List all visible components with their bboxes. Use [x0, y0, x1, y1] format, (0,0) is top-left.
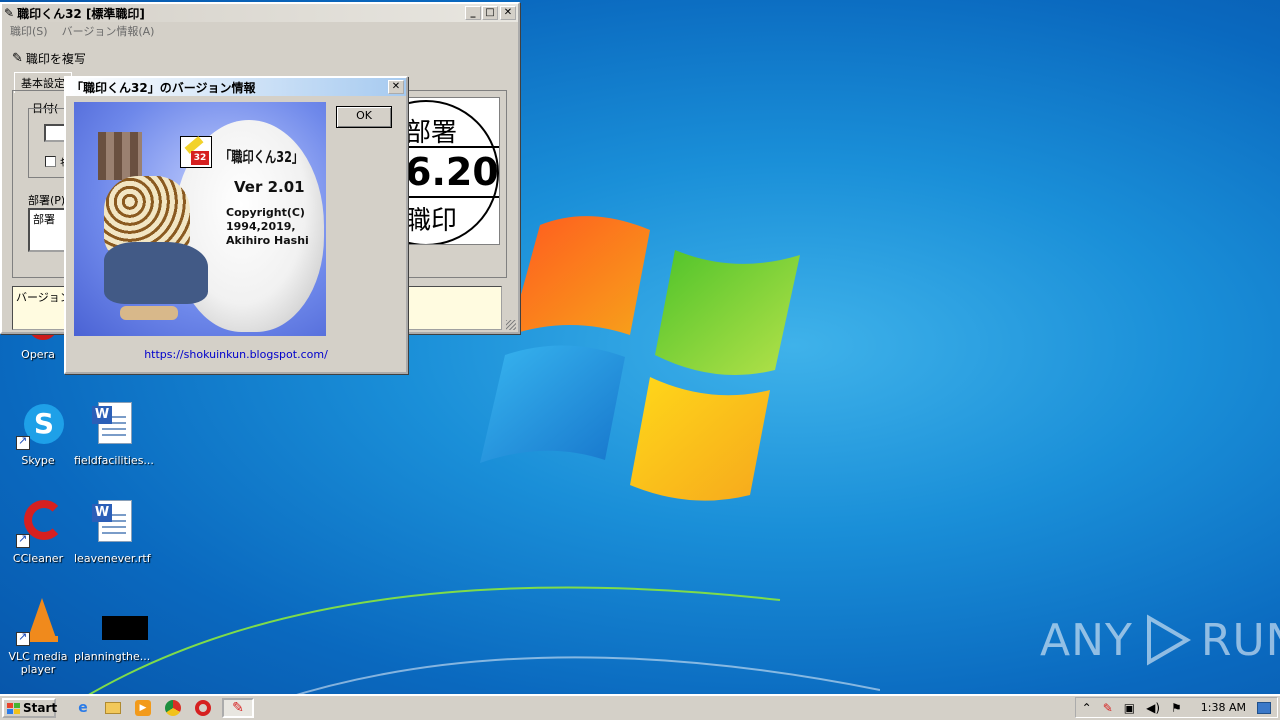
icon-badge: 32 [191, 151, 209, 165]
taskbar-ie-icon[interactable]: e [72, 698, 94, 718]
taskbar-chrome-icon[interactable] [162, 698, 184, 718]
action-center-flag-icon[interactable]: ⚑ [1171, 701, 1182, 715]
about-dialog[interactable]: 「職印くん32」のバージョン情報 ✕ 32 「職印くん32」 Ver 2.01 … [64, 76, 408, 374]
ok-button[interactable]: OK [336, 106, 392, 128]
start-label: Start [23, 701, 58, 715]
copyright-line-2: 1994,2019, [226, 220, 296, 233]
show-desktop-icon[interactable] [1257, 701, 1271, 714]
taskbar: Start e ▶ ✎ ⌃ ✎ ▣ ◀) ⚑ 1:38 AM [0, 694, 1280, 720]
stamp-bottom-text: 職印 [405, 206, 458, 236]
skype-icon: S [14, 402, 64, 450]
desktop-icon-label: planningthe... [74, 650, 151, 663]
desktop-icon-label: Skype [21, 454, 55, 467]
copy-stamp-button[interactable]: ✎ 職印を複写 [12, 50, 86, 67]
date-checkbox[interactable] [45, 156, 56, 167]
system-tray: ⌃ ✎ ▣ ◀) ⚑ 1:38 AM [1074, 697, 1278, 718]
main-window-title: 職印くん32 [標準職印] [17, 6, 145, 21]
word-document-icon: W [88, 500, 136, 548]
desktop-icon-fieldfacilities[interactable]: W fieldfacilities... [74, 402, 154, 467]
word-document-icon: W [88, 402, 136, 450]
dept-value: 部署 [33, 213, 55, 226]
menu-stamp[interactable]: 職印(S) [10, 23, 48, 39]
resize-grip[interactable] [506, 320, 516, 330]
person-feet [120, 306, 178, 320]
black-file-icon [88, 598, 148, 646]
status-text: バージョン [16, 291, 71, 304]
menu-bar: 職印(S) バージョン情報(A) [2, 22, 518, 40]
desktop-icon-planning[interactable]: planningthe... [74, 598, 150, 663]
minimize-button[interactable]: _ [465, 6, 481, 20]
desktop-icon-label: CCleaner [12, 552, 64, 565]
taskbar-shokuinkun-icon[interactable]: ✎ [222, 698, 254, 718]
person-jeans [104, 242, 208, 304]
stamp-preview: 部署 6.20 職印 [402, 97, 500, 245]
tray-app-icon[interactable]: ✎ [1103, 701, 1113, 715]
stamp-date-text: 6.20 [405, 150, 499, 194]
about-version: Ver 2.01 [234, 178, 305, 196]
start-button[interactable]: Start [2, 698, 58, 718]
windows-logo-wallpaper [480, 216, 800, 501]
desktop-icon-label: VLC media player [8, 650, 68, 676]
desktop-icon-vlc[interactable]: VLC media player [0, 598, 76, 676]
about-dialog-titlebar[interactable]: 「職印くん32」のバージョン情報 ✕ [66, 78, 406, 96]
anyrun-watermark: ANY RUN [1040, 612, 1280, 668]
about-url-link[interactable]: https://shokuinkun.blogspot.com/ [66, 348, 406, 361]
stamp-dept-text: 部署 [405, 118, 458, 148]
menu-version-info[interactable]: バージョン情報(A) [62, 23, 155, 39]
tab-basic-label: 基本設定 [21, 77, 65, 90]
stamp-divider-bottom [403, 196, 499, 198]
app-logo-icon: 32 [180, 136, 212, 168]
dept-label: 部署(P) [28, 194, 66, 207]
close-button[interactable]: ✕ [500, 6, 516, 20]
stamp-copy-icon: ✎ [12, 51, 23, 66]
windows-flag-icon [7, 702, 20, 714]
about-splash-image: 32 「職印くん32」 Ver 2.01 Copyright(C) 1994,2… [74, 102, 326, 336]
taskbar-media-player-icon[interactable]: ▶ [132, 698, 154, 718]
about-copyright: Copyright(C) 1994,2019, Akihiro Hashi [226, 206, 309, 248]
app-icon: ✎ [4, 6, 15, 20]
taskbar-explorer-icon[interactable] [102, 698, 124, 718]
clock[interactable]: 1:38 AM [1201, 701, 1246, 714]
desktop-icon-label: fieldfacilities... [74, 454, 154, 467]
network-icon[interactable]: ▣ [1124, 701, 1135, 715]
desktop-icon-label: leavenever.rtf [74, 552, 151, 565]
desktop-icon-skype[interactable]: S Skype [0, 402, 76, 467]
desktop-icon-leavenever[interactable]: W leavenever.rtf [74, 500, 151, 565]
desktop-icon-ccleaner[interactable]: CCleaner [0, 500, 76, 565]
taskbar-opera-icon[interactable] [192, 698, 214, 718]
tray-expand-icon[interactable]: ⌃ [1082, 701, 1092, 715]
vlc-icon [14, 598, 62, 646]
about-dialog-title: 「職印くん32」のバージョン情報 [71, 80, 256, 95]
copyright-line-3: Akihiro Hashi [226, 234, 309, 247]
about-app-name: 「職印くん32」 [220, 148, 304, 166]
pixelated-face [98, 132, 142, 180]
volume-icon[interactable]: ◀) [1146, 701, 1160, 715]
main-window-titlebar[interactable]: ✎ 職印くん32 [標準職印] _ □ ✕ [2, 4, 518, 22]
copyright-line-1: Copyright(C) [226, 206, 305, 219]
play-icon [1146, 614, 1191, 666]
maximize-button[interactable]: □ [482, 6, 498, 20]
close-button[interactable]: ✕ [388, 80, 404, 94]
ccleaner-icon [14, 500, 64, 548]
wallpaper-swoosh [80, 586, 880, 700]
copy-stamp-label: 職印を複写 [25, 52, 86, 66]
